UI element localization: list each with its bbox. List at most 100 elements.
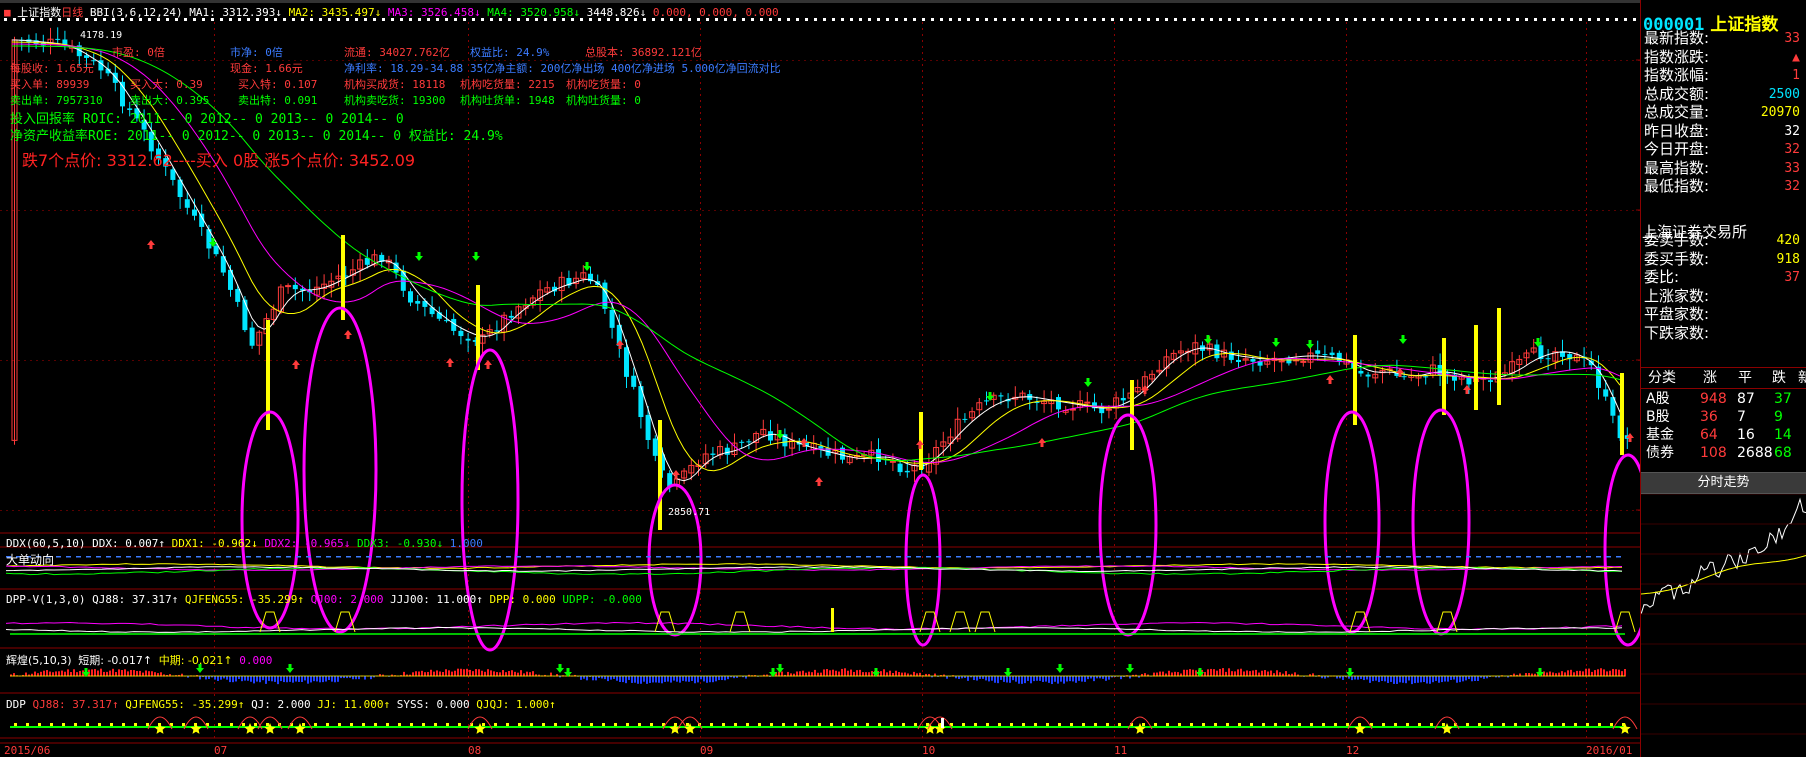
header-dot — [1606, 18, 1609, 21]
hh-bar — [1465, 676, 1467, 681]
month-grid-dot — [922, 304, 923, 306]
month-grid-dot — [1586, 508, 1587, 510]
month-grid-dot — [1586, 280, 1587, 282]
month-grid-dot — [1586, 400, 1587, 402]
price-grid-dot — [870, 360, 872, 361]
ddp-dot — [1238, 723, 1241, 726]
price-grid-dot — [0, 510, 2, 511]
price-grid-dot — [1530, 510, 1532, 511]
price-grid-dot — [1506, 360, 1508, 361]
dpp-qj00: QJ00: 2.000 — [310, 593, 384, 606]
price-grid-dot — [162, 510, 164, 511]
month-grid-dot — [1114, 52, 1115, 54]
price-grid-dot — [96, 210, 98, 211]
ddp-dot — [830, 723, 833, 726]
hh-bar — [967, 676, 969, 681]
month-grid-dot — [700, 190, 701, 192]
price-grid-dot — [948, 210, 950, 211]
price-grid-dot — [1326, 60, 1328, 61]
ddp-dot — [818, 723, 821, 726]
price-grid-dot — [1488, 210, 1490, 211]
price-grid-dot — [510, 210, 512, 211]
ddp-dot — [218, 723, 221, 726]
price-grid-dot — [378, 210, 380, 211]
price-grid-dot — [474, 210, 476, 211]
price-grid-dot — [840, 210, 842, 211]
month-grid-dot — [922, 724, 923, 726]
price-grid-dot — [156, 60, 158, 61]
header-dot — [1534, 18, 1537, 21]
price-grid-dot — [1464, 210, 1466, 211]
price-grid-dot — [324, 60, 326, 61]
ddx-dash — [906, 556, 911, 558]
ddp-star-icon — [669, 723, 681, 734]
hh-bar — [1021, 676, 1023, 684]
month-grid-dot — [700, 88, 701, 90]
fund-pe: 市盈: 0倍 — [112, 46, 165, 59]
hh-bar — [1078, 676, 1080, 681]
ddp-dot — [1106, 723, 1109, 726]
intraday-trend-button[interactable]: 分时走势 — [1641, 472, 1806, 494]
price-grid-dot — [120, 510, 122, 511]
price-grid-dot — [822, 60, 824, 61]
price-grid-dot — [852, 210, 854, 211]
month-grid-dot — [922, 166, 923, 168]
hh-bar — [1396, 676, 1398, 684]
kline-chart-area[interactable]: ■ 上证指数日线 BBI(3,6,12,24) MA1: 3312.393↓ M… — [0, 0, 1640, 757]
intraday-chart[interactable] — [1641, 494, 1806, 757]
month-grid-dot — [700, 28, 701, 30]
price-grid-dot — [1182, 360, 1184, 361]
intraday-price-line — [1641, 497, 1806, 615]
price-grid-dot — [546, 360, 548, 361]
month-grid-dot — [1346, 220, 1347, 222]
month-grid-dot — [1586, 28, 1587, 30]
price-grid-dot — [456, 210, 458, 211]
month-grid-dot — [468, 664, 469, 666]
hh-bar — [73, 669, 75, 677]
price-grid-dot — [1416, 210, 1418, 211]
month-grid-dot — [1586, 232, 1587, 234]
hh-bar — [1060, 676, 1062, 682]
month-grid-dot — [214, 478, 215, 480]
header-dot — [886, 18, 889, 21]
price-grid-dot — [402, 360, 404, 361]
hh-bar — [319, 676, 321, 683]
ddx-dash — [656, 556, 661, 558]
month-grid-dot — [1346, 460, 1347, 462]
ddp-dot — [1334, 723, 1337, 726]
month-grid-dot — [1346, 400, 1347, 402]
price-grid-dot — [948, 360, 950, 361]
month-grid-dot — [214, 406, 215, 408]
month-grid-dot — [1346, 52, 1347, 54]
hh-bar — [268, 676, 270, 681]
price-grid-dot — [258, 510, 260, 511]
ddx-dash — [1206, 556, 1211, 558]
hh-bar — [1027, 676, 1029, 681]
price-grid-dot — [978, 210, 980, 211]
ddx-dash — [1126, 556, 1131, 558]
quote-row-label: 下跌家数: — [1644, 323, 1710, 342]
price-grid-dot — [618, 510, 620, 511]
price-grid-dot — [822, 360, 824, 361]
price-grid-dot — [1170, 360, 1172, 361]
month-grid-dot — [468, 118, 469, 120]
month-grid-dot — [214, 562, 215, 564]
dpp-header: DPP-V(1,3,0) QJ88: 37.317↑ QJFENG55: -35… — [6, 593, 642, 606]
hh-bar — [1024, 676, 1026, 684]
price-grid-dot — [192, 360, 194, 361]
ddx-dash — [646, 556, 651, 558]
period-label[interactable]: 日线 — [61, 6, 83, 19]
price-grid-dot — [1386, 60, 1388, 61]
candle-body-down — [1401, 376, 1407, 378]
month-grid-dot — [1114, 292, 1115, 294]
month-grid-dot — [922, 208, 923, 210]
price-grid-dot — [924, 60, 926, 61]
price-grid-dot — [672, 360, 674, 361]
price-grid-dot — [654, 360, 656, 361]
price-grid-dot — [1428, 510, 1430, 511]
month-grid-dot — [1346, 124, 1347, 126]
ddx-dash — [866, 556, 871, 558]
price-grid-dot — [1614, 60, 1616, 61]
price-grid-dot — [1572, 210, 1574, 211]
ddx-dash — [1186, 556, 1191, 558]
